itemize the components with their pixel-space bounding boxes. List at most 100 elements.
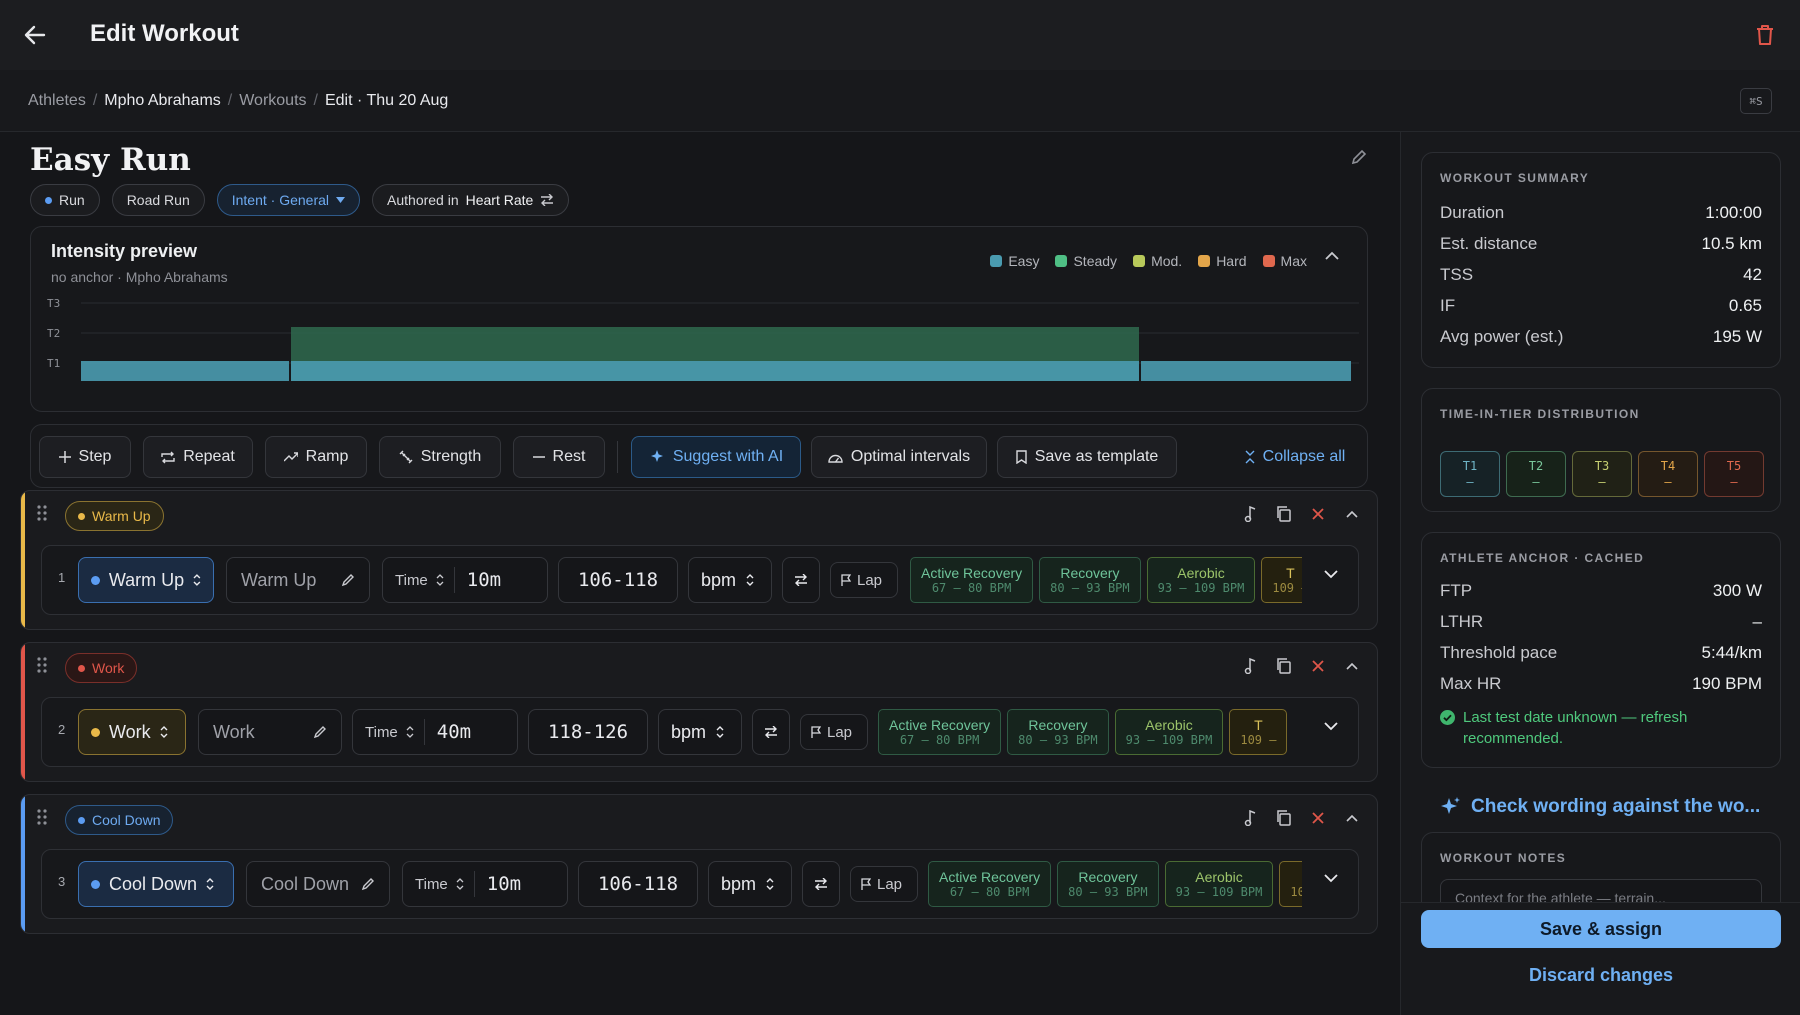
step-type-select[interactable]: Work <box>78 709 186 755</box>
workout-summary-card: WORKOUT SUMMARY Duration 1:00:00 Est. dis… <box>1421 152 1781 368</box>
delete-x-icon[interactable] <box>1307 503 1329 525</box>
zone-active-recovery[interactable]: Active Recovery 67 – 80 BPM <box>910 557 1034 603</box>
tier-value: – <box>1664 475 1672 489</box>
optimal-intervals-button[interactable]: Optimal intervals <box>811 436 987 478</box>
duration-value: 10m <box>466 569 502 591</box>
lap-toggle[interactable]: Lap <box>830 562 898 598</box>
music-note-icon[interactable] <box>1239 503 1261 525</box>
add-rest-button[interactable]: Rest <box>513 436 605 478</box>
add-step-button[interactable]: Step <box>39 436 131 478</box>
delete-x-icon[interactable] <box>1307 807 1329 829</box>
zone-tempo[interactable]: T109 – <box>1261 557 1302 603</box>
step-type-select[interactable]: Warm Up <box>78 557 214 603</box>
swap-target-button[interactable] <box>782 557 820 603</box>
cooldown-step-bar <box>1141 361 1351 381</box>
tier-distribution: T1 – T2 – T3 – T4 – T5 – <box>1440 451 1764 497</box>
zone-aerobic[interactable]: Aerobic 93 – 109 BPM <box>1146 557 1256 603</box>
zone-tempo[interactable]: T109 – <box>1279 861 1302 907</box>
step-name-input[interactable]: Warm Up <box>226 557 370 603</box>
collapse-all-button[interactable]: Collapse all <box>1229 436 1361 478</box>
step-name-input[interactable]: Work <box>198 709 342 755</box>
unit-value: bpm <box>701 569 737 590</box>
target-range-input[interactable]: 106-118 <box>558 557 678 603</box>
save-and-assign-button[interactable]: Save & assign <box>1421 910 1781 948</box>
zone-range: 93 – 109 BPM <box>1157 581 1245 595</box>
zone-recovery[interactable]: Recovery 80 – 93 BPM <box>1039 557 1141 603</box>
lap-toggle[interactable]: Lap <box>800 714 868 750</box>
music-note-icon[interactable] <box>1239 807 1261 829</box>
target-range-input[interactable]: 106-118 <box>578 861 698 907</box>
block-color-stripe <box>21 491 25 629</box>
authored-metric-toggle[interactable]: Authored in Heart Rate <box>372 184 570 216</box>
chevron-down-icon[interactable] <box>1324 874 1344 894</box>
sport-chip[interactable]: Run <box>30 184 100 216</box>
zone-tempo[interactable]: T109 – <box>1229 709 1288 755</box>
duration-mode-select[interactable]: Time <box>383 567 455 593</box>
suggest-with-ai-button[interactable]: Suggest with AI <box>631 436 801 478</box>
subtype-chip[interactable]: Road Run <box>111 184 205 216</box>
zone-aerobic[interactable]: Aerobic 93 – 109 BPM <box>1164 861 1274 907</box>
breadcrumb-athlete[interactable]: Mpho Abrahams <box>104 92 221 110</box>
gauge-icon <box>828 454 843 463</box>
music-note-icon[interactable] <box>1239 655 1261 677</box>
back-arrow-icon[interactable] <box>20 20 50 50</box>
duplicate-icon[interactable] <box>1273 655 1295 677</box>
add-ramp-label: Ramp <box>305 448 349 465</box>
duration-mode-select[interactable]: Time <box>403 871 475 897</box>
breadcrumb-workouts[interactable]: Workouts <box>239 92 306 110</box>
lap-label: Lap <box>827 723 853 741</box>
target-range-input[interactable]: 118-126 <box>528 709 648 755</box>
anchor-status-note: Last test date unknown — refresh recomme… <box>1440 707 1760 749</box>
duration-mode-select[interactable]: Time <box>353 719 425 745</box>
chevron-up-icon[interactable] <box>1325 251 1345 271</box>
add-strength-button[interactable]: Strength <box>379 436 501 478</box>
unit-select[interactable]: bpm <box>688 557 772 603</box>
lap-toggle[interactable]: Lap <box>850 866 918 902</box>
breadcrumb: Athletes / Mpho Abrahams / Workouts / Ed… <box>28 92 448 110</box>
duplicate-icon[interactable] <box>1273 807 1295 829</box>
step-type-select[interactable]: Cool Down <box>78 861 234 907</box>
check-wording-button[interactable]: Check wording against the wo... <box>1439 796 1760 818</box>
zone-recovery[interactable]: Recovery 80 – 93 BPM <box>1057 861 1159 907</box>
delete-trash-icon[interactable] <box>1750 20 1780 50</box>
zone-recovery[interactable]: Recovery 80 – 93 BPM <box>1007 709 1109 755</box>
step-name-input[interactable]: Cool Down <box>246 861 390 907</box>
add-ramp-button[interactable]: Ramp <box>265 436 367 478</box>
swap-target-button[interactable] <box>752 709 790 755</box>
intent-dropdown[interactable]: Intent · General <box>216 184 361 216</box>
legend-hard: Hard <box>1198 253 1247 269</box>
tier-label-t1: T1 <box>47 357 60 370</box>
swap-target-button[interactable] <box>802 861 840 907</box>
edit-title-pencil-icon[interactable] <box>1350 148 1370 168</box>
chevron-up-icon[interactable] <box>1341 655 1363 677</box>
zone-active-recovery[interactable]: Active Recovery 67 – 80 BPM <box>878 709 1002 755</box>
chevron-down-icon[interactable] <box>1324 570 1344 590</box>
duplicate-icon[interactable] <box>1273 503 1295 525</box>
step-type-dot <box>91 879 100 889</box>
tier-name: T4 <box>1660 459 1676 473</box>
drag-handle-icon[interactable] <box>37 657 51 677</box>
chevron-up-icon[interactable] <box>1341 807 1363 829</box>
chevron-up-icon[interactable] <box>1341 503 1363 525</box>
select-arrows-icon <box>160 726 168 738</box>
repeat-icon <box>161 451 175 463</box>
zone-range: 80 – 93 BPM <box>1068 885 1148 899</box>
duration-field[interactable]: Time 40m <box>352 709 518 755</box>
page-header-title: Edit Workout <box>90 20 239 47</box>
chevron-down-icon[interactable] <box>1324 722 1344 742</box>
unit-select[interactable]: bpm <box>658 709 742 755</box>
zone-aerobic[interactable]: Aerobic 93 – 109 BPM <box>1114 709 1224 755</box>
drag-handle-icon[interactable] <box>37 505 51 525</box>
discard-changes-button[interactable]: Discard changes <box>1421 958 1781 992</box>
add-repeat-button[interactable]: Repeat <box>143 436 253 478</box>
zone-range: 80 – 93 BPM <box>1018 733 1098 747</box>
unit-select[interactable]: bpm <box>708 861 792 907</box>
delete-x-icon[interactable] <box>1307 655 1329 677</box>
breadcrumb-athletes[interactable]: Athletes <box>28 92 86 110</box>
save-as-template-button[interactable]: Save as template <box>997 436 1177 478</box>
zone-active-recovery[interactable]: Active Recovery 67 – 80 BPM <box>928 861 1052 907</box>
drag-handle-icon[interactable] <box>37 809 51 829</box>
zone-name: Active Recovery <box>921 565 1023 581</box>
duration-field[interactable]: Time 10m <box>402 861 568 907</box>
duration-field[interactable]: Time 10m <box>382 557 548 603</box>
